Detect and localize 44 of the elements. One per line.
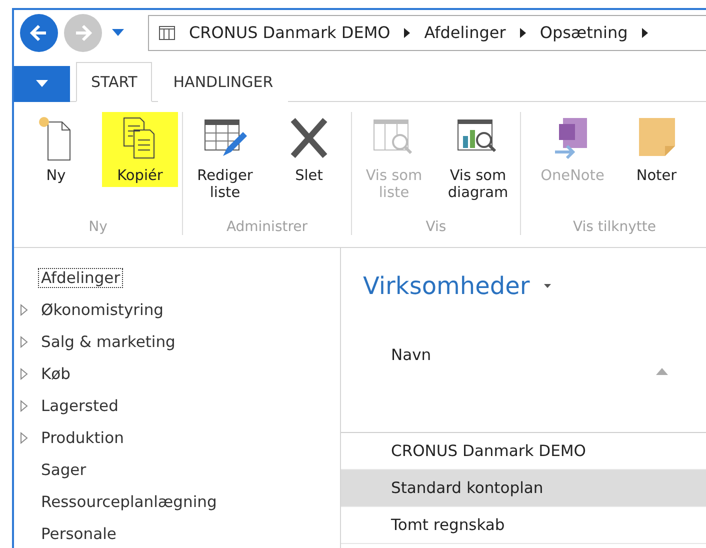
expand-arrow-icon[interactable] — [20, 368, 28, 380]
back-button[interactable] — [20, 14, 58, 52]
column-header[interactable]: Navn — [391, 346, 432, 364]
nav-item[interactable]: Personale — [38, 524, 120, 544]
address-bar[interactable]: CRONUS Danmark DEMO Afdelinger Opsætning — [148, 14, 706, 51]
expand-arrow-icon[interactable] — [20, 304, 28, 316]
caret-icon[interactable] — [544, 284, 551, 289]
group-label: Vis tilknytte — [572, 219, 656, 236]
expand-arrow-icon[interactable] — [20, 432, 28, 444]
group-label: Vis — [426, 219, 446, 236]
nav-item[interactable]: Sager — [38, 460, 90, 480]
caret-icon — [112, 28, 124, 37]
chevron-icon — [642, 28, 648, 38]
back-arrow-icon — [29, 22, 49, 43]
caret-icon — [36, 80, 48, 88]
group-label: Ny — [88, 219, 108, 236]
ribbon-button[interactable]: Ny — [18, 112, 94, 187]
ribbon-button[interactable]: Kopiér — [102, 112, 178, 187]
forward-arrow-icon — [73, 22, 93, 43]
breadcrumb-item[interactable]: Afdelinger — [424, 23, 506, 42]
table-row[interactable]: Tomt regnskab — [341, 507, 706, 544]
expand-arrow-icon[interactable] — [20, 400, 28, 412]
page-title: Virksomheder — [363, 272, 530, 300]
chevron-icon — [520, 28, 526, 38]
ribbon-button[interactable]: Noter — [618, 112, 694, 187]
ribbon-tab[interactable]: START — [76, 62, 152, 102]
table-row[interactable]: Standard kontoplan — [341, 470, 706, 508]
table-icon — [159, 26, 175, 40]
chevron-icon — [404, 28, 410, 38]
nav-item[interactable]: Salg & marketing — [38, 332, 178, 352]
breadcrumb-item[interactable]: Opsætning — [540, 23, 628, 42]
ribbon-button[interactable]: Vis som diagram — [440, 112, 516, 204]
ribbon-button[interactable]: Slet — [271, 112, 347, 187]
nav-item[interactable]: Afdelinger — [38, 268, 124, 288]
ribbon-button[interactable]: Rediger liste — [187, 112, 263, 204]
expand-arrow-icon[interactable] — [20, 336, 28, 348]
breadcrumb-item[interactable]: CRONUS Danmark DEMO — [189, 23, 390, 42]
nav-item[interactable]: Ressourceplanlægning — [38, 492, 220, 512]
nav-item[interactable]: Køb — [38, 364, 74, 384]
nav-item[interactable]: Økonomistyring — [38, 300, 166, 320]
nav-item[interactable]: Lagersted — [38, 396, 122, 416]
nav-item[interactable]: Produktion — [38, 428, 127, 448]
application-menu-button[interactable] — [14, 66, 70, 102]
group-label: Administrer — [226, 219, 308, 236]
